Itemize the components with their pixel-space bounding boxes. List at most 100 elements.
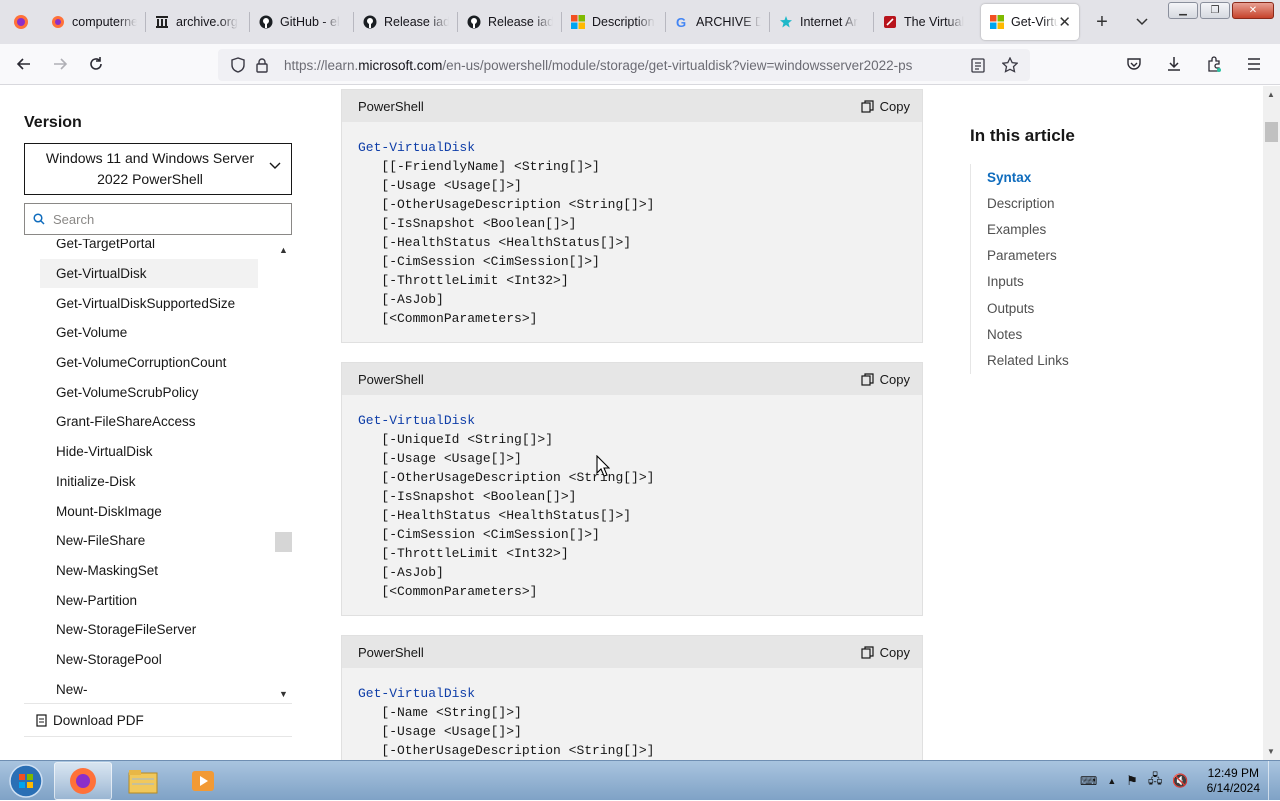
toc-item[interactable]: Grant-FileShareAccess bbox=[40, 407, 274, 437]
version-dropdown[interactable]: Windows 11 and Windows Server 2022 Power… bbox=[24, 143, 292, 195]
minimize-button[interactable]: ▁ bbox=[1168, 2, 1198, 19]
browser-tab[interactable]: Release iad bbox=[458, 4, 561, 40]
browser-tab[interactable]: Description bbox=[562, 4, 665, 40]
download-pdf-link[interactable]: Download PDF bbox=[24, 703, 292, 737]
toc-item[interactable]: Mount-DiskImage bbox=[40, 496, 274, 526]
page-scrollbar[interactable]: ▲ ▼ bbox=[1263, 86, 1280, 760]
browser-tab[interactable]: GitHub - el bbox=[250, 4, 353, 40]
copy-button[interactable]: Copy bbox=[861, 645, 910, 660]
browser-tab[interactable]: Release iad bbox=[354, 4, 457, 40]
syntax-code-block: PowerShell Copy Get-VirtualDisk [[-Friendl… bbox=[341, 89, 923, 343]
page-scroll-up-icon[interactable]: ▲ bbox=[1267, 90, 1275, 99]
keyboard-icon[interactable]: ⌨ bbox=[1080, 774, 1097, 788]
article-link[interactable]: Description bbox=[987, 190, 1210, 216]
toc-item[interactable]: Get-VirtualDiskSupportedSize bbox=[40, 288, 274, 318]
browser-tab[interactable]: computernewb bbox=[42, 4, 145, 40]
network-icon[interactable]: 🖧 bbox=[1148, 770, 1163, 792]
tab-title: The Virtual bbox=[904, 15, 965, 29]
close-window-button[interactable]: ✕ bbox=[1232, 2, 1274, 19]
start-button[interactable] bbox=[0, 761, 52, 801]
copy-button[interactable]: Copy bbox=[861, 372, 910, 387]
code-command: Get-VirtualDisk bbox=[358, 413, 476, 428]
pocket-icon[interactable] bbox=[1116, 48, 1152, 80]
shield-icon[interactable] bbox=[226, 57, 250, 73]
toc-item[interactable]: Get-VolumeScrubPolicy bbox=[40, 377, 274, 407]
toc-item[interactable]: Hide-VirtualDisk bbox=[40, 437, 274, 467]
microsoft-icon bbox=[570, 14, 586, 30]
code-content[interactable]: Get-VirtualDisk [-UniqueId <String[]>] [… bbox=[342, 395, 922, 613]
chevron-down-icon bbox=[269, 162, 281, 169]
url-bar[interactable]: https://learn.microsoft.com/en-us/powers… bbox=[218, 49, 1030, 81]
tab-title: Get-Virtu bbox=[1011, 15, 1059, 29]
toc-item[interactable]: New-StoragePool bbox=[40, 645, 274, 675]
show-desktop-button[interactable] bbox=[1268, 761, 1280, 801]
copy-icon bbox=[861, 99, 874, 113]
lock-icon[interactable] bbox=[250, 57, 274, 73]
microsoft-icon bbox=[989, 14, 1005, 30]
page-scrollbar-thumb[interactable] bbox=[1265, 122, 1278, 142]
toc-item[interactable]: New-StorageFileServer bbox=[40, 615, 274, 645]
search-input[interactable] bbox=[53, 211, 273, 227]
url-text[interactable]: https://learn.microsoft.com/en-us/powers… bbox=[284, 58, 912, 73]
toc-item[interactable]: New-FileShare bbox=[40, 526, 274, 556]
reload-button[interactable] bbox=[78, 48, 114, 80]
taskbar-media-player[interactable] bbox=[174, 762, 232, 800]
toc-item[interactable]: Get-VirtualDisk bbox=[40, 258, 258, 289]
article-link[interactable]: Inputs bbox=[987, 269, 1210, 295]
app-menu-icon[interactable] bbox=[1236, 48, 1272, 80]
github-icon bbox=[466, 14, 482, 30]
new-tab-button[interactable]: + bbox=[1083, 4, 1121, 40]
maximize-button[interactable]: ❐ bbox=[1200, 2, 1230, 19]
volume-muted-icon[interactable]: 🔇 bbox=[1172, 773, 1188, 789]
toc-item[interactable]: New-Partition bbox=[40, 585, 274, 615]
browser-tab[interactable]: Internet Ar bbox=[770, 4, 873, 40]
firefox-menu-icon[interactable] bbox=[0, 0, 42, 44]
close-tab-icon[interactable]: ✕ bbox=[1058, 13, 1071, 31]
code-language-label: PowerShell bbox=[358, 644, 424, 660]
show-hidden-icons-icon[interactable]: ▲ bbox=[1107, 776, 1116, 786]
article-link[interactable]: Related Links bbox=[987, 347, 1210, 373]
downloads-icon[interactable] bbox=[1156, 48, 1192, 80]
browser-tab[interactable]: archive.org bbox=[146, 4, 249, 40]
article-link[interactable]: Examples bbox=[987, 216, 1210, 242]
toc-item[interactable]: Get-VolumeCorruptionCount bbox=[40, 348, 274, 378]
document-icon bbox=[36, 713, 47, 727]
clock[interactable]: 12:49 PM 6/14/2024 bbox=[1207, 766, 1260, 796]
code-content[interactable]: Get-VirtualDisk [-Name <String[]>] [-Usa… bbox=[342, 668, 922, 760]
scroll-down-arrow-icon[interactable]: ▼ bbox=[279, 689, 288, 699]
action-center-flag-icon[interactable]: ⚑ bbox=[1126, 773, 1138, 789]
firefox-icon bbox=[70, 767, 96, 794]
article-link[interactable]: Parameters bbox=[987, 243, 1210, 269]
list-all-tabs-button[interactable] bbox=[1121, 4, 1163, 40]
tab-title: Description bbox=[592, 15, 655, 29]
browser-tab[interactable]: Get-Virtu ✕ bbox=[981, 4, 1079, 40]
tab-title: computernewb bbox=[72, 15, 137, 29]
code-parameter-line: [-Usage <Usage[]>] bbox=[381, 451, 522, 466]
article-link[interactable]: Outputs bbox=[987, 295, 1210, 321]
code-parameter-line: [-IsSnapshot <Boolean[]>] bbox=[381, 216, 577, 231]
bookmark-star-icon[interactable] bbox=[998, 57, 1022, 73]
toc-item[interactable]: Get-Volume bbox=[40, 318, 274, 348]
page-scroll-down-icon[interactable]: ▼ bbox=[1267, 747, 1275, 756]
toc-item[interactable]: Initialize-Disk bbox=[40, 467, 274, 497]
article-link[interactable]: Notes bbox=[987, 321, 1210, 347]
toc-item[interactable]: Get-TargetPortal bbox=[40, 239, 274, 259]
back-button[interactable] bbox=[6, 48, 42, 80]
reader-view-icon[interactable] bbox=[966, 57, 990, 73]
forward-button[interactable] bbox=[42, 48, 78, 80]
code-parameter-line: [-OtherUsageDescription <String[]>] bbox=[381, 197, 655, 212]
toc-search-box[interactable] bbox=[24, 203, 292, 235]
scroll-up-arrow-icon[interactable]: ▲ bbox=[279, 245, 288, 255]
toc-scrollbar-thumb[interactable] bbox=[275, 532, 292, 552]
browser-tab[interactable]: The Virtual bbox=[874, 4, 977, 40]
taskbar-firefox[interactable] bbox=[54, 761, 112, 800]
code-content[interactable]: Get-VirtualDisk [[-FriendlyName] <String… bbox=[342, 122, 922, 340]
copy-button[interactable]: Copy bbox=[861, 99, 910, 114]
extensions-icon[interactable] bbox=[1196, 48, 1232, 80]
article-link[interactable]: Syntax bbox=[987, 164, 1210, 190]
browser-tab[interactable]: G ARCHIVE D bbox=[666, 4, 769, 40]
toc-item[interactable]: New-MaskingSet bbox=[40, 556, 274, 586]
toc-scrollbar[interactable]: ▲ ▼ bbox=[275, 239, 292, 701]
taskbar-file-explorer[interactable] bbox=[114, 762, 172, 800]
toc-item[interactable]: New- bbox=[40, 674, 274, 701]
